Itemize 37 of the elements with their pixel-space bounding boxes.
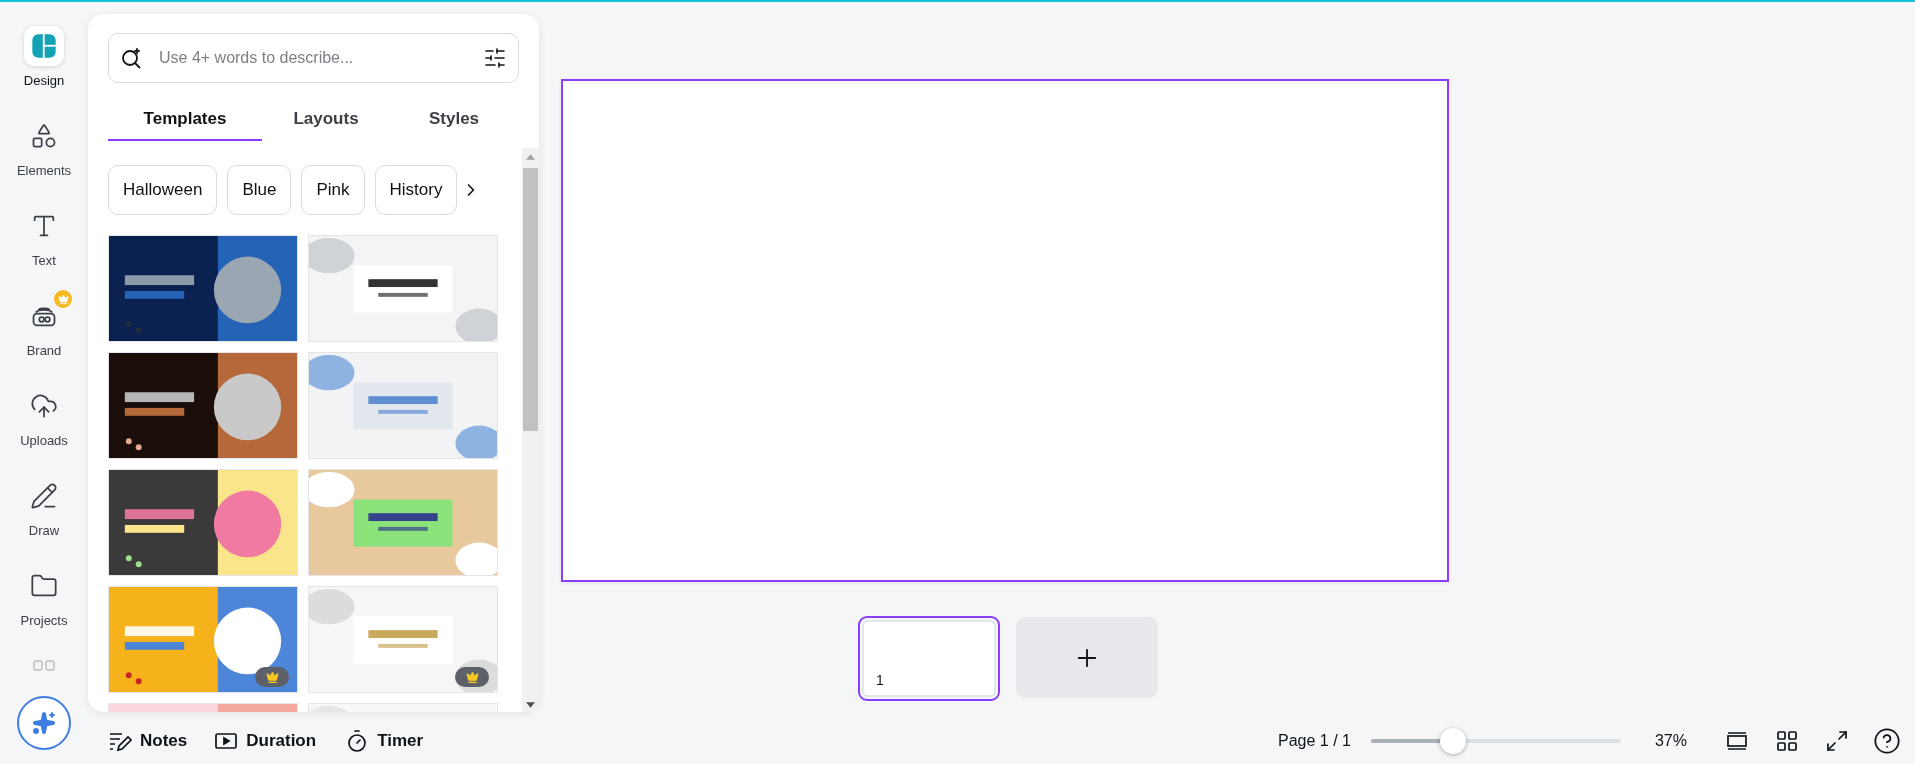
page-thumbnail[interactable]: 1 [858, 616, 1000, 701]
zoom-percentage: 37% [1654, 731, 1687, 751]
scroll-down-icon[interactable] [526, 702, 535, 708]
panel-tab[interactable]: Layouts [262, 99, 390, 141]
search-field[interactable]: Use 4+ words to describe... [108, 33, 519, 83]
shapes-icon [30, 122, 58, 150]
category-chip[interactable]: Pink [301, 165, 365, 215]
grid-view-icon[interactable] [1775, 729, 1799, 753]
filter-icon[interactable] [483, 46, 507, 70]
sidebar-item[interactable]: Brand [6, 296, 82, 386]
fullscreen-icon[interactable] [1825, 729, 1849, 753]
zoom-slider-thumb[interactable] [1440, 728, 1467, 754]
panel-tab[interactable]: Styles [390, 99, 518, 141]
apps-icon [32, 660, 56, 672]
notes-button[interactable]: Notes [108, 728, 188, 754]
timer-button[interactable]: Timer [345, 728, 424, 754]
sidebar-item[interactable]: Design [6, 26, 82, 116]
sparkles-icon [32, 711, 56, 735]
duration-button[interactable]: Duration [214, 728, 317, 754]
category-chip[interactable]: Halloween [108, 165, 218, 215]
magic-button[interactable] [17, 696, 71, 750]
sidebar-item[interactable]: Elements [6, 116, 82, 206]
upload-icon [30, 392, 58, 420]
page-indicator: Page 1 / 1 [1278, 731, 1351, 751]
design-icon [30, 32, 58, 60]
sidebar-item[interactable]: Projects [6, 566, 82, 656]
search-icon [120, 46, 144, 70]
page-view-icon[interactable] [1725, 729, 1749, 753]
category-chip[interactable]: History [374, 165, 458, 215]
help-icon[interactable] [1873, 727, 1901, 755]
sidebar-item[interactable]: Uploads [6, 386, 82, 476]
category-chip[interactable]: Blue [227, 165, 292, 215]
panel-tab[interactable]: Templates [108, 99, 262, 141]
sidebar-item[interactable]: Draw [6, 476, 82, 566]
scrollbar[interactable] [522, 148, 539, 712]
sidebar-item[interactable]: Text [6, 206, 82, 296]
pen-icon [30, 482, 58, 510]
